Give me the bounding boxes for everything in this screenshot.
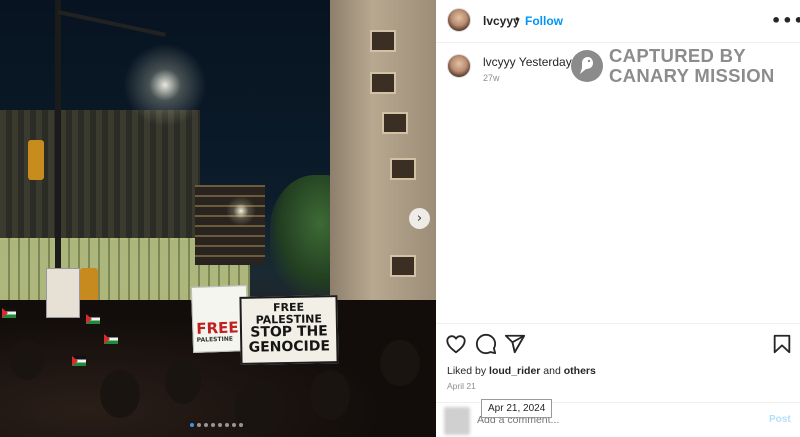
watermark: CAPTURED BY CANARY MISSION (571, 45, 791, 89)
post-photo[interactable]: FREE PALESTINE FREE PALESTINE STOP THE G… (0, 0, 436, 437)
carousel-dot[interactable] (211, 423, 215, 427)
sign-line: GENOCIDE (248, 338, 331, 356)
liked-others-link[interactable]: others (564, 365, 596, 377)
post-header: lvcyyy • Follow ••• (436, 0, 800, 43)
carousel-dot[interactable] (232, 423, 236, 427)
person-head (310, 370, 350, 420)
street-lamp-light (120, 40, 210, 130)
flag (72, 356, 86, 366)
window (390, 158, 416, 180)
caption-text: Yesterday (518, 55, 572, 69)
sign-line: FREE PALESTINE (255, 300, 323, 327)
chevron-right-icon[interactable]: › (409, 208, 430, 229)
person-head (10, 340, 44, 380)
window (382, 112, 408, 134)
date-tooltip: Apr 21, 2024 (481, 399, 553, 418)
likes-summary: Liked by loud_rider and others (447, 365, 596, 377)
protest-sign-main: FREE PALESTINE STOP THE GENOCIDE (239, 295, 339, 365)
caption-username[interactable]: lvcyyy (483, 55, 516, 69)
lamp-arm (57, 10, 167, 37)
watermark-line: CANARY MISSION (609, 65, 775, 86)
liked-and: and (543, 365, 561, 377)
caption-avatar[interactable] (447, 54, 471, 78)
carousel-dots (190, 423, 243, 429)
street-lamp-light-far (226, 196, 256, 226)
separator-dot: • (515, 12, 520, 26)
window (370, 72, 396, 94)
liked-prefix: Liked by (447, 365, 487, 377)
post-comment-button[interactable]: Post (769, 414, 791, 425)
post-sidebar: lvcyyy • Follow ••• lvcyyy Yesterday 27w… (436, 0, 800, 437)
carousel-dot[interactable] (190, 423, 194, 427)
person-head (380, 340, 420, 386)
protest-sign (46, 268, 80, 318)
more-horizontal-icon[interactable]: ••• (771, 11, 800, 30)
comment-bubble-icon[interactable] (475, 333, 497, 355)
person-head (165, 360, 201, 404)
canary-bird-icon (571, 50, 603, 82)
traffic-light (80, 268, 98, 302)
bookmark-icon[interactable] (771, 333, 793, 355)
follow-button[interactable]: Follow (525, 14, 563, 28)
flag (104, 334, 118, 344)
window (370, 30, 396, 52)
carousel-dot[interactable] (197, 423, 201, 427)
post-actions: Liked by loud_rider and others April 21 … (436, 323, 800, 437)
comment-avatar (444, 407, 470, 435)
liked-user-link[interactable]: loud_rider (489, 365, 540, 377)
carousel-dot[interactable] (239, 423, 243, 427)
carousel-dot[interactable] (218, 423, 222, 427)
heart-icon[interactable] (445, 333, 467, 355)
person-head (100, 370, 140, 418)
paper-plane-icon[interactable] (504, 333, 526, 355)
caption: lvcyyy Yesterday (483, 55, 572, 69)
traffic-light (28, 140, 44, 180)
flag (86, 314, 100, 324)
watermark-line: CAPTURED BY (609, 45, 746, 66)
avatar[interactable] (447, 8, 471, 32)
post-date[interactable]: April 21 (447, 381, 476, 391)
building-middle (195, 185, 265, 265)
flag (2, 308, 16, 318)
carousel-dot[interactable] (204, 423, 208, 427)
carousel-dot[interactable] (225, 423, 229, 427)
building-right (330, 0, 436, 320)
caption-age: 27w (483, 73, 500, 83)
window (390, 255, 416, 277)
